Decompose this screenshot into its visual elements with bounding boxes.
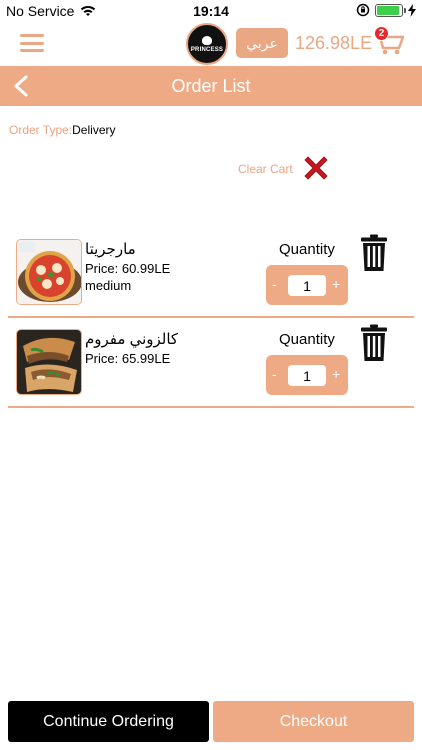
order-type-value: Delivery [72,123,116,137]
logo-mark [202,35,212,45]
continue-ordering-button[interactable]: Continue Ordering [8,701,209,742]
trash-icon[interactable] [360,234,388,272]
battery-icon [375,3,406,17]
quantity-label: Quantity [279,241,335,258]
decrease-button[interactable]: - [272,276,277,292]
quantity-stepper: - + [266,265,348,305]
increase-button[interactable]: + [332,366,340,382]
item-price: Price: 65.99LE [85,351,171,366]
title-bar: Order List [0,66,422,106]
calzone-image [16,329,82,395]
quantity-label: Quantity [279,331,335,348]
quantity-input[interactable] [288,275,326,296]
charging-icon [408,3,416,17]
cart-item: كالزوني مفروم Price: 65.99LE Quantity - … [8,318,414,408]
app-header: PRINCESS عربي 126.98LE 2 [0,22,422,66]
cart-count-badge: 2 [374,26,389,41]
item-price: Price: 60.99LE [85,261,171,276]
item-name: مارجريتا [85,241,136,258]
logo-text: PRINCESS [190,46,224,53]
cart-item: مارجريتا Price: 60.99LE medium Quantity … [8,228,414,318]
quantity-stepper: - + [266,355,348,395]
clear-cart-button[interactable]: Clear Cart [238,162,293,176]
battery-fill [377,5,399,15]
checkout-button[interactable]: Checkout [213,701,414,742]
item-name: كالزوني مفروم [85,331,179,348]
decrease-button[interactable]: - [272,366,277,382]
cart-total: 126.98LE [295,33,373,53]
divider [8,406,414,408]
increase-button[interactable]: + [332,276,340,292]
item-size: medium [85,278,132,293]
menu-icon[interactable] [20,34,44,52]
language-button[interactable]: عربي [236,28,288,58]
orientation-lock-icon [356,3,370,17]
close-icon[interactable] [300,152,332,184]
status-right [356,3,416,17]
status-bar: No Service 19:14 [0,0,422,22]
order-type: Order Type:Delivery [9,123,115,137]
logo: PRINCESS [186,23,228,65]
quantity-input[interactable] [288,365,326,386]
pizza-image [16,239,82,305]
trash-icon[interactable] [360,324,388,362]
page-title: Order List [171,76,251,96]
order-type-label: Order Type: [9,123,73,137]
